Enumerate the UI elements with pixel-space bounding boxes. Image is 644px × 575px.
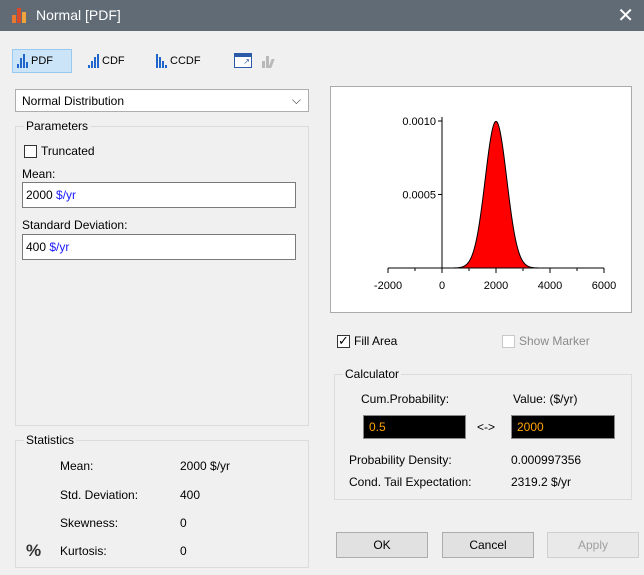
chart-panel: -2000 0 2000 4000 6000 0.0005 0.0010: [330, 86, 632, 313]
tab-cdf[interactable]: CDF: [84, 49, 140, 73]
distribution-select-value: Normal Distribution: [22, 94, 125, 108]
x-tick-label: 6000: [592, 280, 616, 292]
mean-value: 2000: [26, 188, 53, 202]
x-tick-label: 4000: [538, 280, 562, 292]
stat-value: 0: [180, 516, 187, 530]
tab-ccdf[interactable]: CCDF: [152, 49, 218, 73]
apply-button[interactable]: Apply: [547, 532, 639, 558]
value-input[interactable]: 2000: [511, 415, 615, 439]
distribution-select[interactable]: Normal Distribution ⌵: [15, 89, 309, 112]
stat-label: Mean:: [60, 459, 94, 473]
cdf-icon: [88, 54, 99, 68]
parameters-group-label: Parameters: [24, 119, 91, 133]
cancel-button[interactable]: Cancel: [442, 532, 534, 558]
y-tick-label: 0.0010: [402, 116, 436, 128]
chevron-down-icon: ⌵: [291, 93, 301, 107]
tab-pdf[interactable]: PDF: [12, 49, 72, 73]
density-label: Probability Density:: [349, 453, 452, 467]
mean-unit: $/yr: [56, 188, 77, 202]
truncated-label: Truncated: [41, 144, 95, 158]
cum-prob-label: Cum.Probability:: [361, 392, 450, 406]
stat-label: Std. Deviation:: [60, 488, 139, 502]
fill-area-checkbox[interactable]: Fill Area: [337, 333, 398, 349]
pdf-icon: [17, 54, 28, 68]
truncated-checkbox-box[interactable]: [24, 144, 37, 158]
export-window-icon[interactable]: ↗: [234, 53, 252, 68]
sd-unit: $/yr: [49, 240, 70, 254]
value-input-value: 2000: [517, 420, 544, 434]
arrow-icon: <->: [477, 420, 496, 434]
mean-label: Mean:: [22, 167, 56, 181]
cum-prob-input[interactable]: 0.5: [363, 415, 466, 439]
x-tick-label: 0: [439, 280, 445, 292]
tab-cdf-label: CDF: [102, 55, 125, 67]
cte-value: 2319.2 $/yr: [511, 475, 572, 489]
sd-label: Standard Deviation:: [22, 218, 128, 232]
statistics-group: Statistics Mean: 2000 $/yr Std. Deviatio…: [15, 433, 309, 568]
stat-label: Kurtosis:: [60, 544, 107, 558]
stat-value: 400: [180, 488, 201, 502]
pdf-area: [452, 120, 540, 269]
pdf-chart: -2000 0 2000 4000 6000 0.0005 0.0010: [374, 116, 616, 292]
tab-pdf-label: PDF: [31, 55, 53, 67]
cum-prob-value: 0.5: [369, 420, 386, 434]
sd-value: 400: [26, 240, 47, 254]
toolbar: PDF CDF CCDF ↗: [0, 45, 644, 77]
close-icon[interactable]: ✕: [617, 3, 634, 28]
chart-settings-icon[interactable]: [262, 53, 275, 68]
calculator-group-label: Calculator: [343, 367, 402, 381]
x-tick-label: 2000: [484, 280, 508, 292]
show-marker-checkbox[interactable]: Show Marker: [502, 334, 590, 348]
show-marker-checkbox-box[interactable]: [502, 334, 515, 348]
truncated-checkbox[interactable]: Truncated: [24, 144, 95, 158]
statistics-group-label: Statistics: [24, 433, 77, 447]
bar-chart-icon: [12, 8, 26, 23]
ok-button[interactable]: OK: [336, 532, 428, 558]
percent-icon[interactable]: %: [26, 541, 41, 561]
mean-field[interactable]: 2000 $/yr: [22, 182, 296, 208]
fill-area-label: Fill Area: [354, 334, 398, 348]
parameters-group: Parameters Truncated Mean: 2000 $/yr Sta…: [15, 119, 309, 426]
window-title: Normal [PDF]: [36, 7, 121, 23]
stat-value: 0: [180, 544, 187, 558]
stat-value: 2000 $/yr: [180, 459, 231, 473]
fill-area-checkbox-box[interactable]: [337, 333, 350, 349]
tab-ccdf-label: CCDF: [170, 55, 201, 67]
title-bar: Normal [PDF] ✕: [0, 0, 644, 31]
y-tick-label: 0.0005: [402, 190, 436, 202]
stat-label: Skewness:: [60, 516, 119, 530]
value-label: Value: ($/yr): [513, 392, 578, 406]
show-marker-label: Show Marker: [519, 334, 590, 348]
cte-label: Cond. Tail Expectation:: [349, 475, 472, 489]
ccdf-icon: [156, 54, 167, 68]
calculator-group: Calculator Cum.Probability: Value: ($/yr…: [334, 367, 632, 500]
density-value: 0.000997356: [511, 453, 582, 467]
sd-field[interactable]: 400 $/yr: [22, 234, 296, 260]
x-tick-label: -2000: [374, 280, 402, 292]
